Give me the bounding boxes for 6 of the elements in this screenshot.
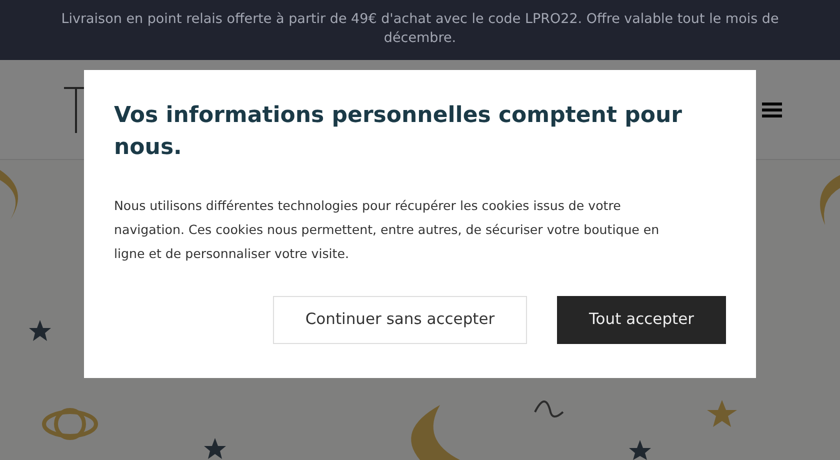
menu-icon[interactable] (762, 102, 782, 118)
continue-button[interactable]: Continuer sans accepter (273, 296, 527, 344)
dialog-title: Vos informations personnelles comptent pour nous. (114, 102, 683, 162)
dialog-text: Nous utilisons différentes technologies pour récupérer les cookies issus de votre navigation. Ces cookies nous permettent, entre autres, de sécuriser votre boutique en ligne et de personnaliser votre visite. (114, 197, 660, 263)
accept-all-button[interactable]: Tout accepter (557, 296, 726, 344)
announcement-text: Livraison en point relais offerte à partir de 49€ d'achat avec le code LPRO22. Offre valable tout le mois de décembre. (61, 11, 779, 46)
